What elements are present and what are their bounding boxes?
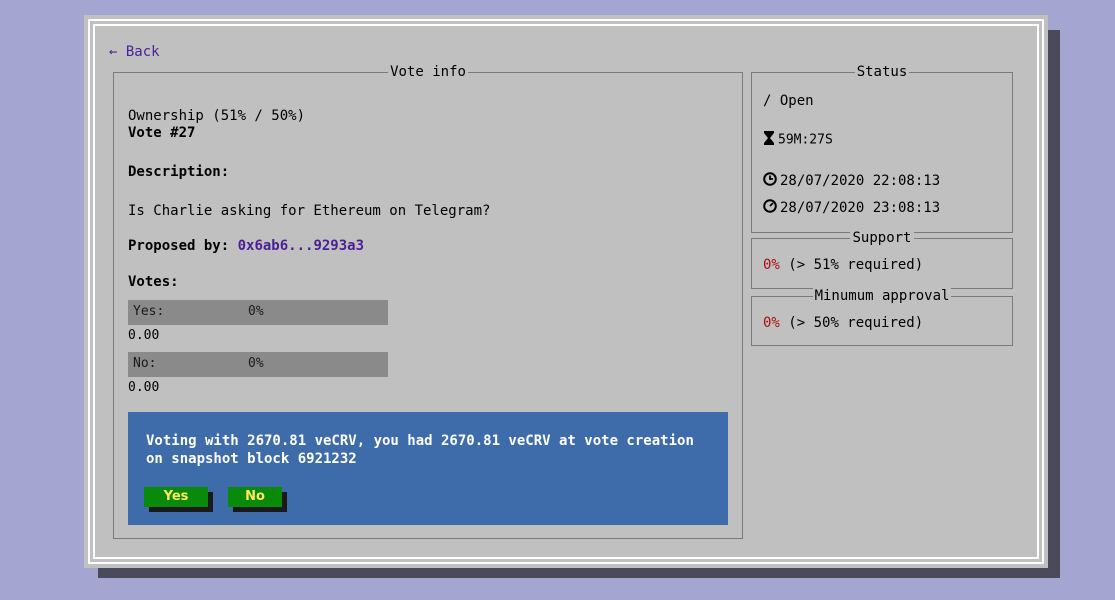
ownership-label: Ownership (51% / 50%) bbox=[128, 108, 306, 124]
support-row: 0% (> 51% required) bbox=[763, 257, 923, 273]
proposed-by-label: Proposed by: bbox=[128, 238, 230, 254]
proposed-by: Proposed by: 0x6ab6...9293a3 bbox=[128, 238, 364, 254]
hourglass-icon bbox=[763, 131, 775, 149]
yes-amount: 0.00 bbox=[128, 328, 160, 343]
clock-icon bbox=[763, 172, 777, 190]
end-time: 28/07/2020 23:08:13 bbox=[780, 200, 941, 216]
support-title: Support bbox=[850, 230, 914, 246]
start-time: 28/07/2020 22:08:13 bbox=[780, 173, 941, 189]
no-vote-bar: No: 0% bbox=[128, 352, 388, 377]
vote-yes-button[interactable]: Yes bbox=[144, 487, 208, 507]
vote-window: ← Back Vote info Ownership (51% / 50%) V… bbox=[84, 15, 1048, 568]
approval-title: Minumum approval bbox=[812, 288, 952, 304]
proposer-address-link[interactable]: 0x6ab6...9293a3 bbox=[238, 238, 364, 254]
description-text: Is Charlie asking for Ethereum on Telegr… bbox=[128, 203, 491, 219]
status-state: / Open bbox=[763, 93, 814, 109]
no-amount: 0.00 bbox=[128, 380, 160, 395]
back-link[interactable]: ← Back bbox=[109, 44, 160, 60]
approval-panel: Minumum approval 0% (> 50% required) bbox=[751, 288, 1013, 346]
time-left: 59M:27S bbox=[778, 132, 833, 148]
approval-row: 0% (> 50% required) bbox=[763, 315, 923, 331]
voting-message: Voting with 2670.81 veCRV, you had 2670.… bbox=[146, 433, 694, 467]
yes-bar-percent: 0% bbox=[248, 304, 264, 319]
no-bar-label: No: bbox=[133, 356, 157, 371]
no-bar-percent: 0% bbox=[248, 356, 264, 371]
start-time-row: 28/07/2020 22:08:13 bbox=[763, 172, 940, 190]
stopwatch-icon bbox=[763, 199, 777, 217]
support-requirement: (> 51% required) bbox=[788, 257, 924, 273]
yes-bar-label: Yes: bbox=[133, 304, 165, 319]
vote-number: Vote #27 bbox=[128, 125, 196, 141]
vote-info-title: Vote info bbox=[388, 64, 468, 80]
votes-label: Votes: bbox=[128, 274, 179, 290]
end-time-row: 28/07/2020 23:08:13 bbox=[763, 199, 940, 217]
voting-panel: Voting with 2670.81 veCRV, you had 2670.… bbox=[128, 412, 728, 525]
vote-no-button[interactable]: No bbox=[228, 487, 282, 507]
status-title: Status bbox=[854, 64, 910, 80]
vote-info-panel: Vote info Ownership (51% / 50%) Vote #27… bbox=[113, 64, 743, 539]
yes-vote-bar: Yes: 0% bbox=[128, 300, 388, 325]
approval-value: 0% bbox=[763, 315, 780, 331]
approval-requirement: (> 50% required) bbox=[788, 315, 924, 331]
time-left-row: 59M:27S bbox=[763, 131, 833, 149]
support-value: 0% bbox=[763, 257, 780, 273]
support-panel: Support 0% (> 51% required) bbox=[751, 230, 1013, 289]
description-label: Description: bbox=[128, 164, 230, 180]
status-panel: Status / Open 59M:27S 28/07/2020 22:08:1… bbox=[751, 64, 1013, 233]
